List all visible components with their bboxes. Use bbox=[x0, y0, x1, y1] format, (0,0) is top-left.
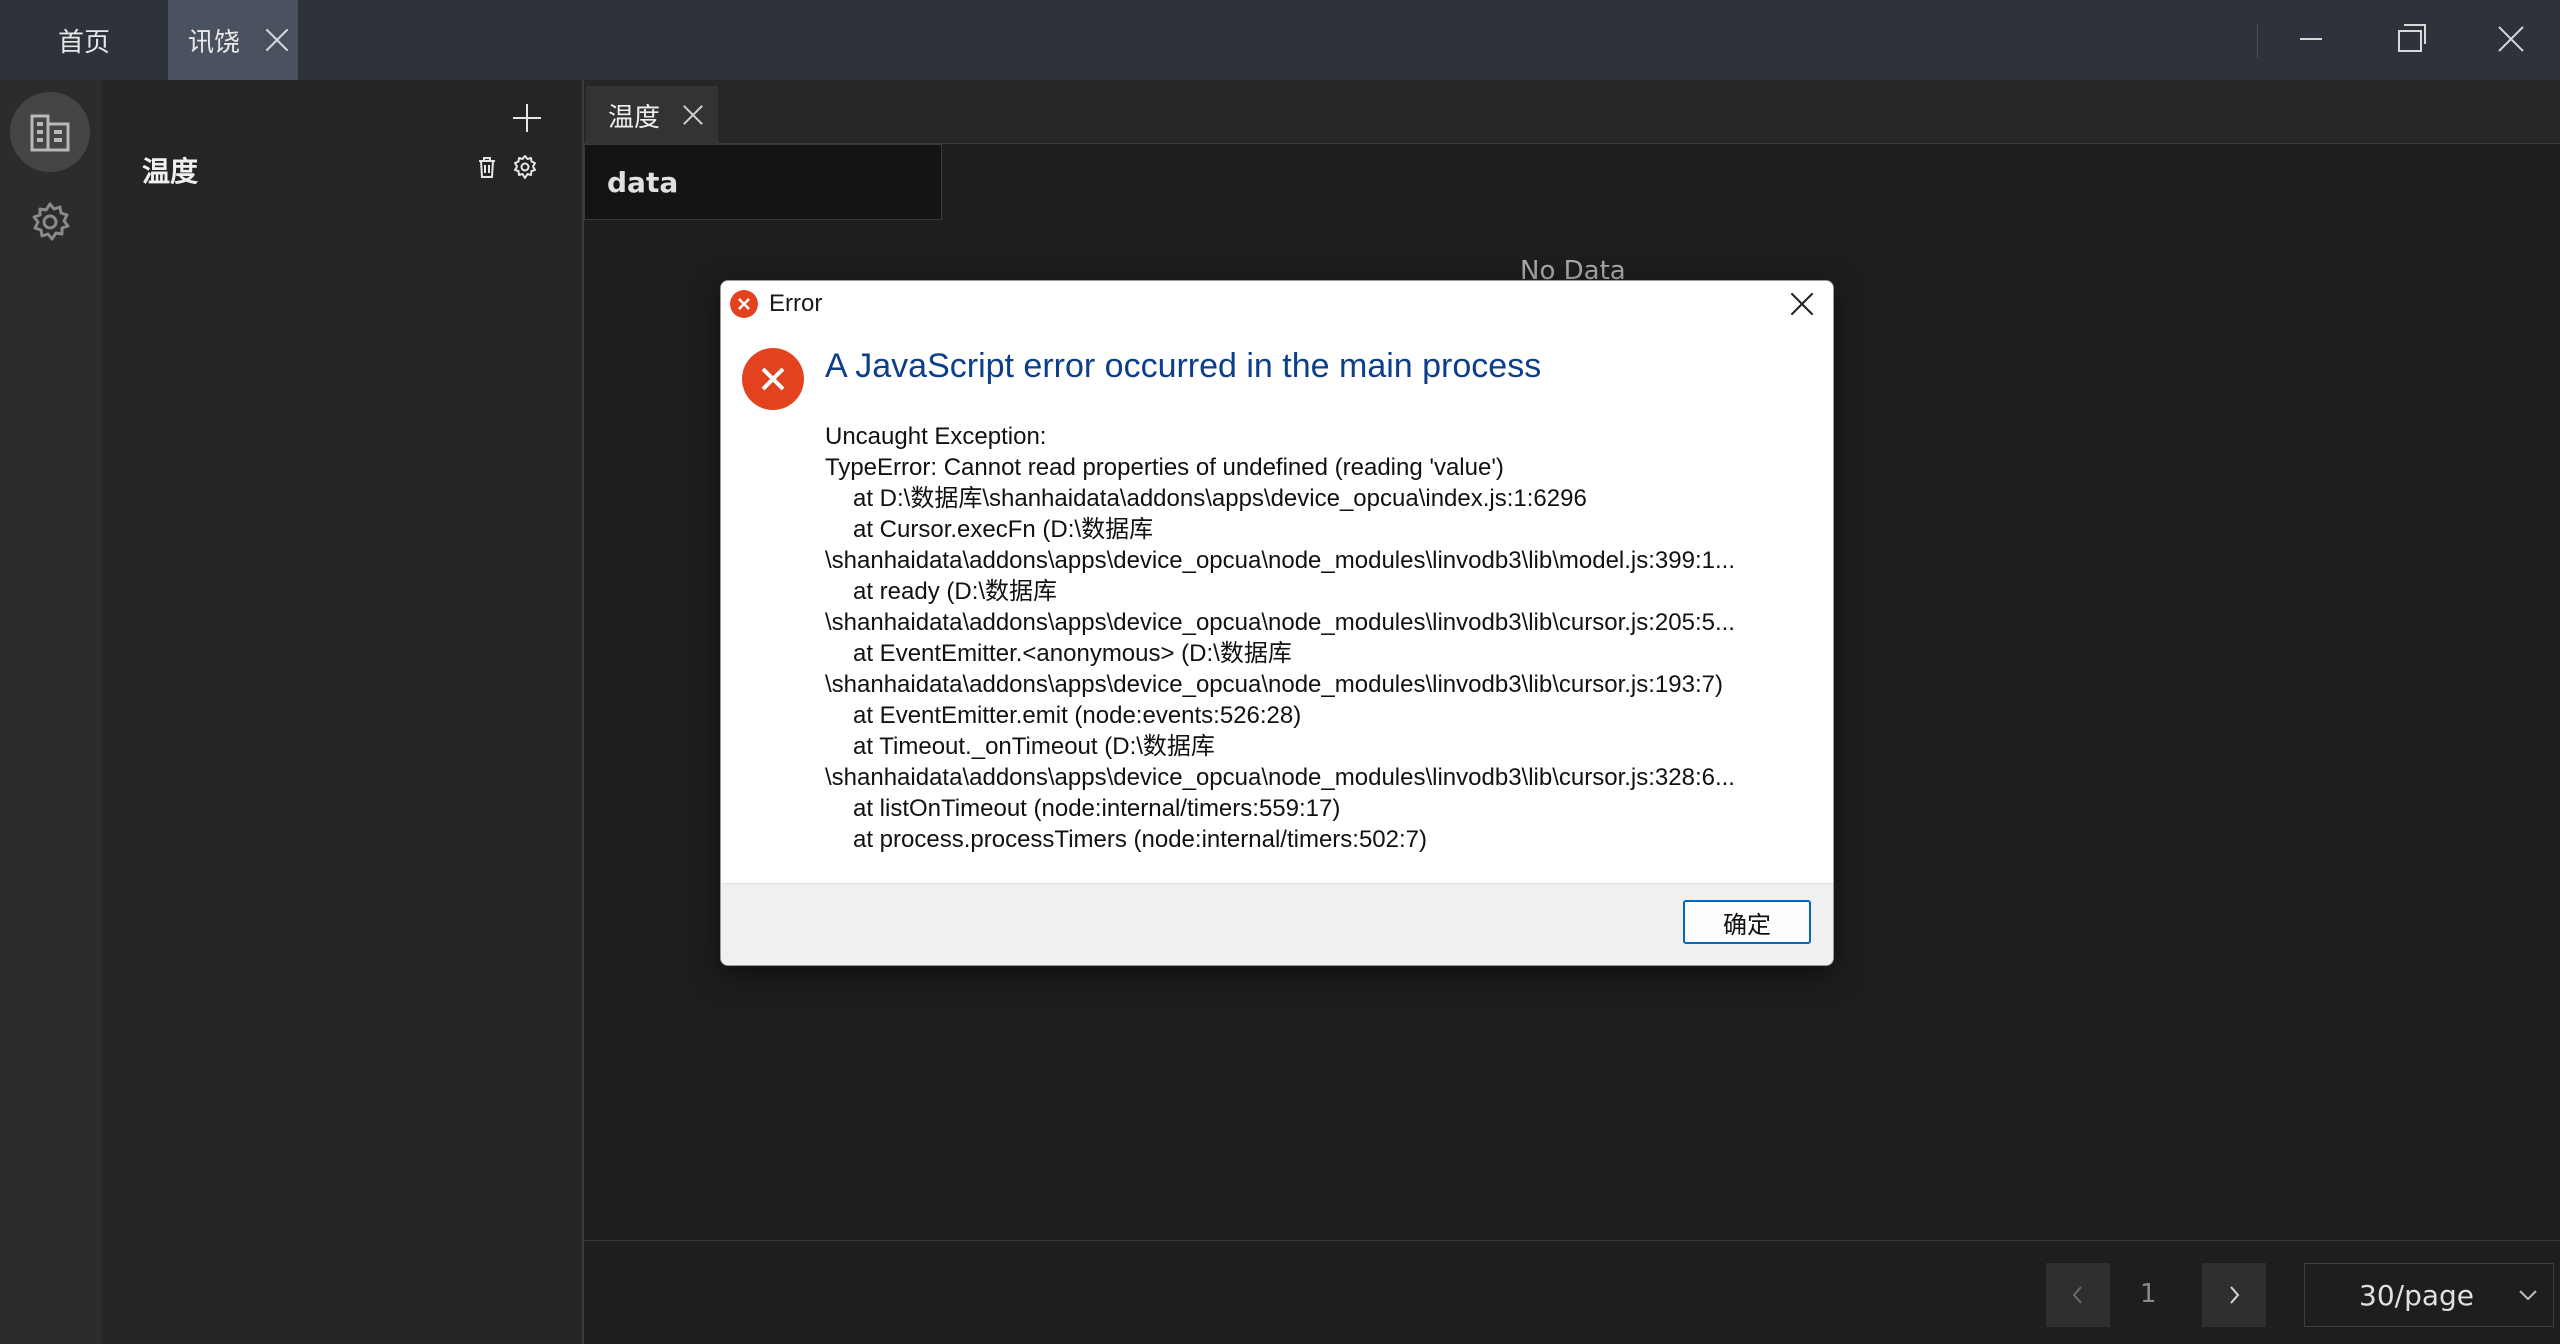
error-icon bbox=[742, 348, 804, 410]
message-line: at EventEmitter.emit (node:events:526:28… bbox=[853, 702, 1302, 729]
gear-icon bbox=[32, 202, 70, 241]
message-line: at process.processTimers (node:internal/… bbox=[853, 826, 1428, 853]
message-line: \shanhaidata\addons\apps\device_opcua\no… bbox=[825, 609, 1735, 636]
prev-page-button[interactable] bbox=[2046, 1263, 2110, 1327]
dialog-title: Error bbox=[769, 290, 823, 317]
divider bbox=[2257, 24, 2258, 58]
ok-button[interactable]: 确定 bbox=[1683, 900, 1811, 944]
dialog-close-button[interactable] bbox=[1785, 287, 1819, 321]
sidebar-item-actions bbox=[474, 154, 538, 180]
title-tab-home[interactable]: 首页 bbox=[0, 0, 168, 80]
window-controls bbox=[2260, 0, 2560, 80]
sidebar-item-label: 温度 bbox=[142, 155, 199, 188]
title-tab-label: 首页 bbox=[57, 27, 110, 58]
item-settings-button[interactable] bbox=[512, 154, 538, 180]
add-button[interactable] bbox=[507, 98, 547, 138]
chevron-right-icon bbox=[2230, 1286, 2240, 1304]
message-line: \shanhaidata\addons\apps\device_opcua\no… bbox=[825, 764, 1735, 791]
error-icon bbox=[730, 290, 758, 318]
tab-label: 温度 bbox=[608, 102, 661, 133]
tab-strip: 温度 bbox=[584, 80, 2560, 144]
close-icon[interactable] bbox=[264, 27, 290, 53]
rail-item-settings[interactable] bbox=[10, 182, 90, 262]
gear-icon bbox=[514, 155, 536, 179]
delete-button[interactable] bbox=[474, 154, 500, 180]
dialog-title-bar: Error bbox=[721, 281, 1833, 327]
restore-button[interactable] bbox=[2360, 0, 2460, 80]
message-line: \shanhaidata\addons\apps\device_opcua\no… bbox=[825, 671, 1723, 698]
page-size-value: 30/page bbox=[2359, 1278, 2474, 1312]
dialog-footer: 确定 bbox=[721, 883, 1833, 965]
chevron-left-icon bbox=[2072, 1286, 2082, 1304]
dialog-heading: A JavaScript error occurred in the main … bbox=[825, 347, 1542, 385]
chevron-down-icon bbox=[2519, 1290, 2537, 1301]
window-close-button[interactable] bbox=[2460, 0, 2560, 80]
page-size-select[interactable]: 30/page bbox=[2304, 1263, 2554, 1327]
title-tab-label: 讯饶 bbox=[188, 27, 241, 58]
app-window: 首页 讯饶 温度 温度 data No Data 1 30/page Error… bbox=[0, 0, 2560, 1344]
trash-icon bbox=[479, 157, 495, 178]
message-line: at EventEmitter.<anonymous> (D:\数据库 bbox=[853, 640, 1292, 667]
message-line: TypeError: Cannot read properties of und… bbox=[825, 454, 1504, 481]
column-header: data bbox=[607, 165, 679, 199]
message-line: at Timeout._onTimeout (D:\数据库 bbox=[853, 733, 1215, 760]
message-line: at D:\数据库\shanhaidata\addons\apps\device… bbox=[853, 485, 1587, 512]
message-line: at listOnTimeout (node:internal/timers:5… bbox=[853, 795, 1341, 822]
message-line: at Cursor.execFn (D:\数据库 bbox=[853, 516, 1154, 543]
sidebar: 温度 bbox=[102, 80, 582, 1344]
dialog-message: Uncaught Exception: TypeError: Cannot re… bbox=[825, 421, 1815, 855]
rail-item-devices[interactable] bbox=[10, 92, 90, 172]
title-tab-xunrao[interactable]: 讯饶 bbox=[168, 0, 298, 80]
icon-rail bbox=[0, 80, 102, 1344]
message-line: at ready (D:\数据库 bbox=[853, 578, 1058, 605]
title-bar: 首页 讯饶 bbox=[0, 0, 2560, 80]
minimize-button[interactable] bbox=[2260, 0, 2360, 80]
next-page-button[interactable] bbox=[2202, 1263, 2266, 1327]
table-header-data: data bbox=[584, 144, 942, 220]
close-icon[interactable] bbox=[682, 104, 704, 126]
sidebar-item-temperature[interactable]: 温度 bbox=[142, 150, 198, 190]
error-dialog: Error A JavaScript error occurred in the… bbox=[720, 280, 1834, 966]
message-line: \shanhaidata\addons\apps\device_opcua\no… bbox=[825, 547, 1735, 574]
tab-temperature[interactable]: 温度 bbox=[586, 86, 718, 144]
current-page-number[interactable]: 1 bbox=[2140, 1279, 2157, 1309]
message-line: Uncaught Exception: bbox=[825, 423, 1047, 450]
building-icon bbox=[30, 114, 70, 152]
pagination-bar: 1 30/page bbox=[584, 1240, 2560, 1344]
